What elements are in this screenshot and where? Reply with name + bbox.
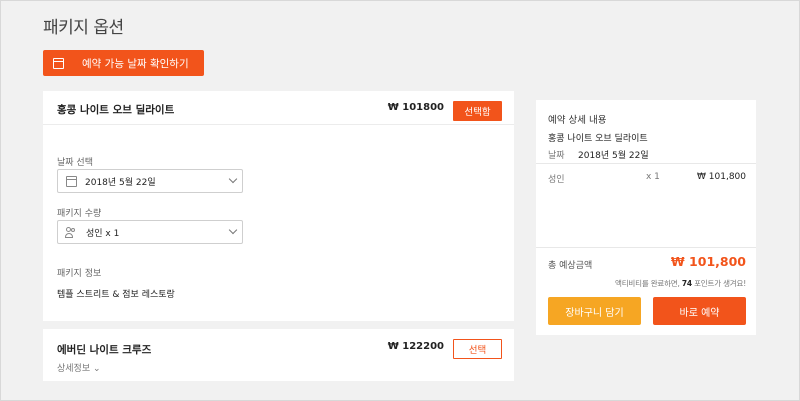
quantity-value: 성인 x 1 (86, 228, 120, 239)
date-dropdown[interactable]: 2018년 5월 22일 (57, 169, 243, 193)
total-value: ₩ 101,800 (670, 254, 746, 269)
divider (536, 163, 756, 164)
points-notice: 액티비티를 완료하면, 74 포인트가 생겨요! (615, 278, 746, 289)
date-select-label: 날짜 선택 (57, 158, 93, 168)
package-name: 에버딘 나이트 크루즈 (57, 344, 152, 356)
package-info-label: 패키지 정보 (57, 269, 102, 279)
quantity-dropdown[interactable]: 성인 x 1 (57, 220, 243, 244)
divider (536, 247, 756, 248)
summary-row-qty: x 1 (646, 172, 660, 182)
chevron-down-icon (228, 174, 238, 184)
page-title: 패키지 옵션 (43, 18, 124, 38)
date-value: 2018년 5월 22일 (85, 177, 156, 188)
points-prefix: 액티비티를 완료하면, (615, 279, 682, 288)
package-name: 홍콩 나이트 오브 딜라이트 (57, 104, 175, 116)
summary-row-label: 성인 (548, 175, 565, 185)
summary-date-label: 날짜 (548, 151, 565, 161)
calendar-icon (66, 175, 77, 187)
total-label: 총 예상금액 (548, 261, 593, 271)
summary-title: 예약 상세 내용 (548, 115, 607, 126)
users-icon (65, 226, 78, 238)
select-package-button[interactable]: 선택함 (453, 101, 502, 121)
package-card-2: 에버딘 나이트 크루즈 ₩ 122200 선택 상세정보 ⌄ (43, 329, 514, 381)
check-dates-button[interactable]: 예약 가능 날짜 확인하기 (43, 50, 204, 76)
booking-summary: 예약 상세 내용 홍콩 나이트 오브 딜라이트 날짜 2018년 5월 22일 … (536, 100, 756, 335)
summary-package-name: 홍콩 나이트 오브 딜라이트 (548, 134, 648, 144)
package-card-header: 홍콩 나이트 오브 딜라이트 ₩ 101800 선택함 (43, 91, 514, 125)
package-price: ₩ 122200 (387, 341, 444, 352)
details-toggle[interactable]: 상세정보 ⌄ (57, 361, 101, 374)
add-to-cart-button[interactable]: 장바구니 담기 (548, 297, 641, 325)
summary-date-value: 2018년 5월 22일 (578, 151, 649, 161)
package-info-value: 템플 스트리트 & 점보 레스토랑 (57, 290, 175, 300)
check-dates-label: 예약 가능 날짜 확인하기 (82, 57, 189, 70)
chevron-down-icon (228, 225, 238, 235)
book-now-button[interactable]: 바로 예약 (653, 297, 746, 325)
calendar-icon (53, 57, 64, 69)
points-suffix: 포인트가 생겨요! (691, 279, 746, 288)
package-card-1: 홍콩 나이트 오브 딜라이트 ₩ 101800 선택함 날짜 선택 2018년 … (43, 91, 514, 321)
select-package-button[interactable]: 선택 (453, 339, 502, 359)
quantity-label: 패키지 수량 (57, 209, 102, 219)
points-value: 74 (681, 279, 692, 288)
summary-row-price: ₩ 101,800 (697, 172, 746, 182)
package-price: ₩ 101800 (387, 102, 444, 113)
